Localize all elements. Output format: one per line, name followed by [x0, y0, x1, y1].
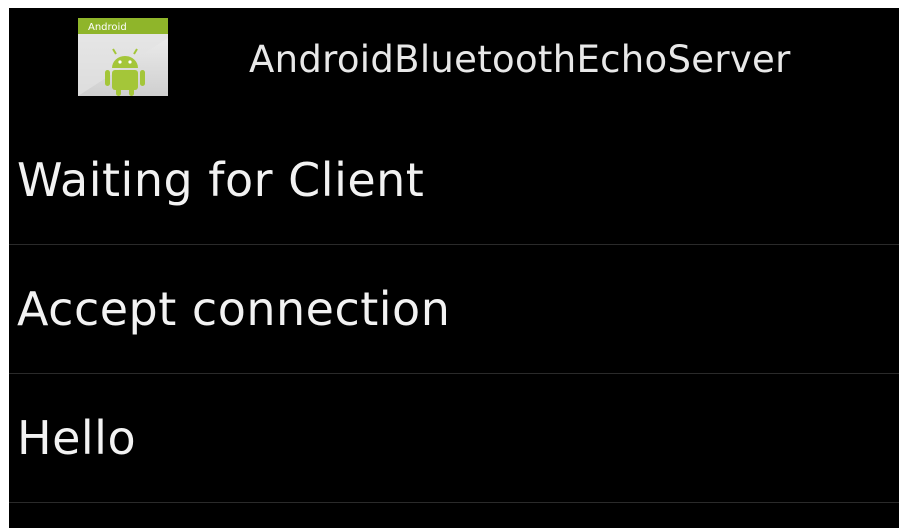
message-list[interactable]: Waiting for Client Accept connection Hel…: [9, 116, 899, 503]
title-bar: Android AndroidBluetoothEchoServer: [9, 8, 899, 116]
app-title: AndroidBluetoothEchoServer: [249, 38, 791, 81]
app-screen: Android AndroidBluetoothEchoServer Waiti…: [9, 8, 899, 528]
android-app-icon: Android: [78, 18, 168, 96]
message-text: Hello: [17, 411, 137, 465]
message-text: Waiting for Client: [17, 153, 425, 207]
list-item[interactable]: Waiting for Client: [9, 116, 899, 245]
message-text: Accept connection: [17, 282, 451, 336]
list-item[interactable]: Accept connection: [9, 245, 899, 374]
list-item[interactable]: Hello: [9, 374, 899, 503]
icon-label-text: Android: [88, 22, 127, 33]
